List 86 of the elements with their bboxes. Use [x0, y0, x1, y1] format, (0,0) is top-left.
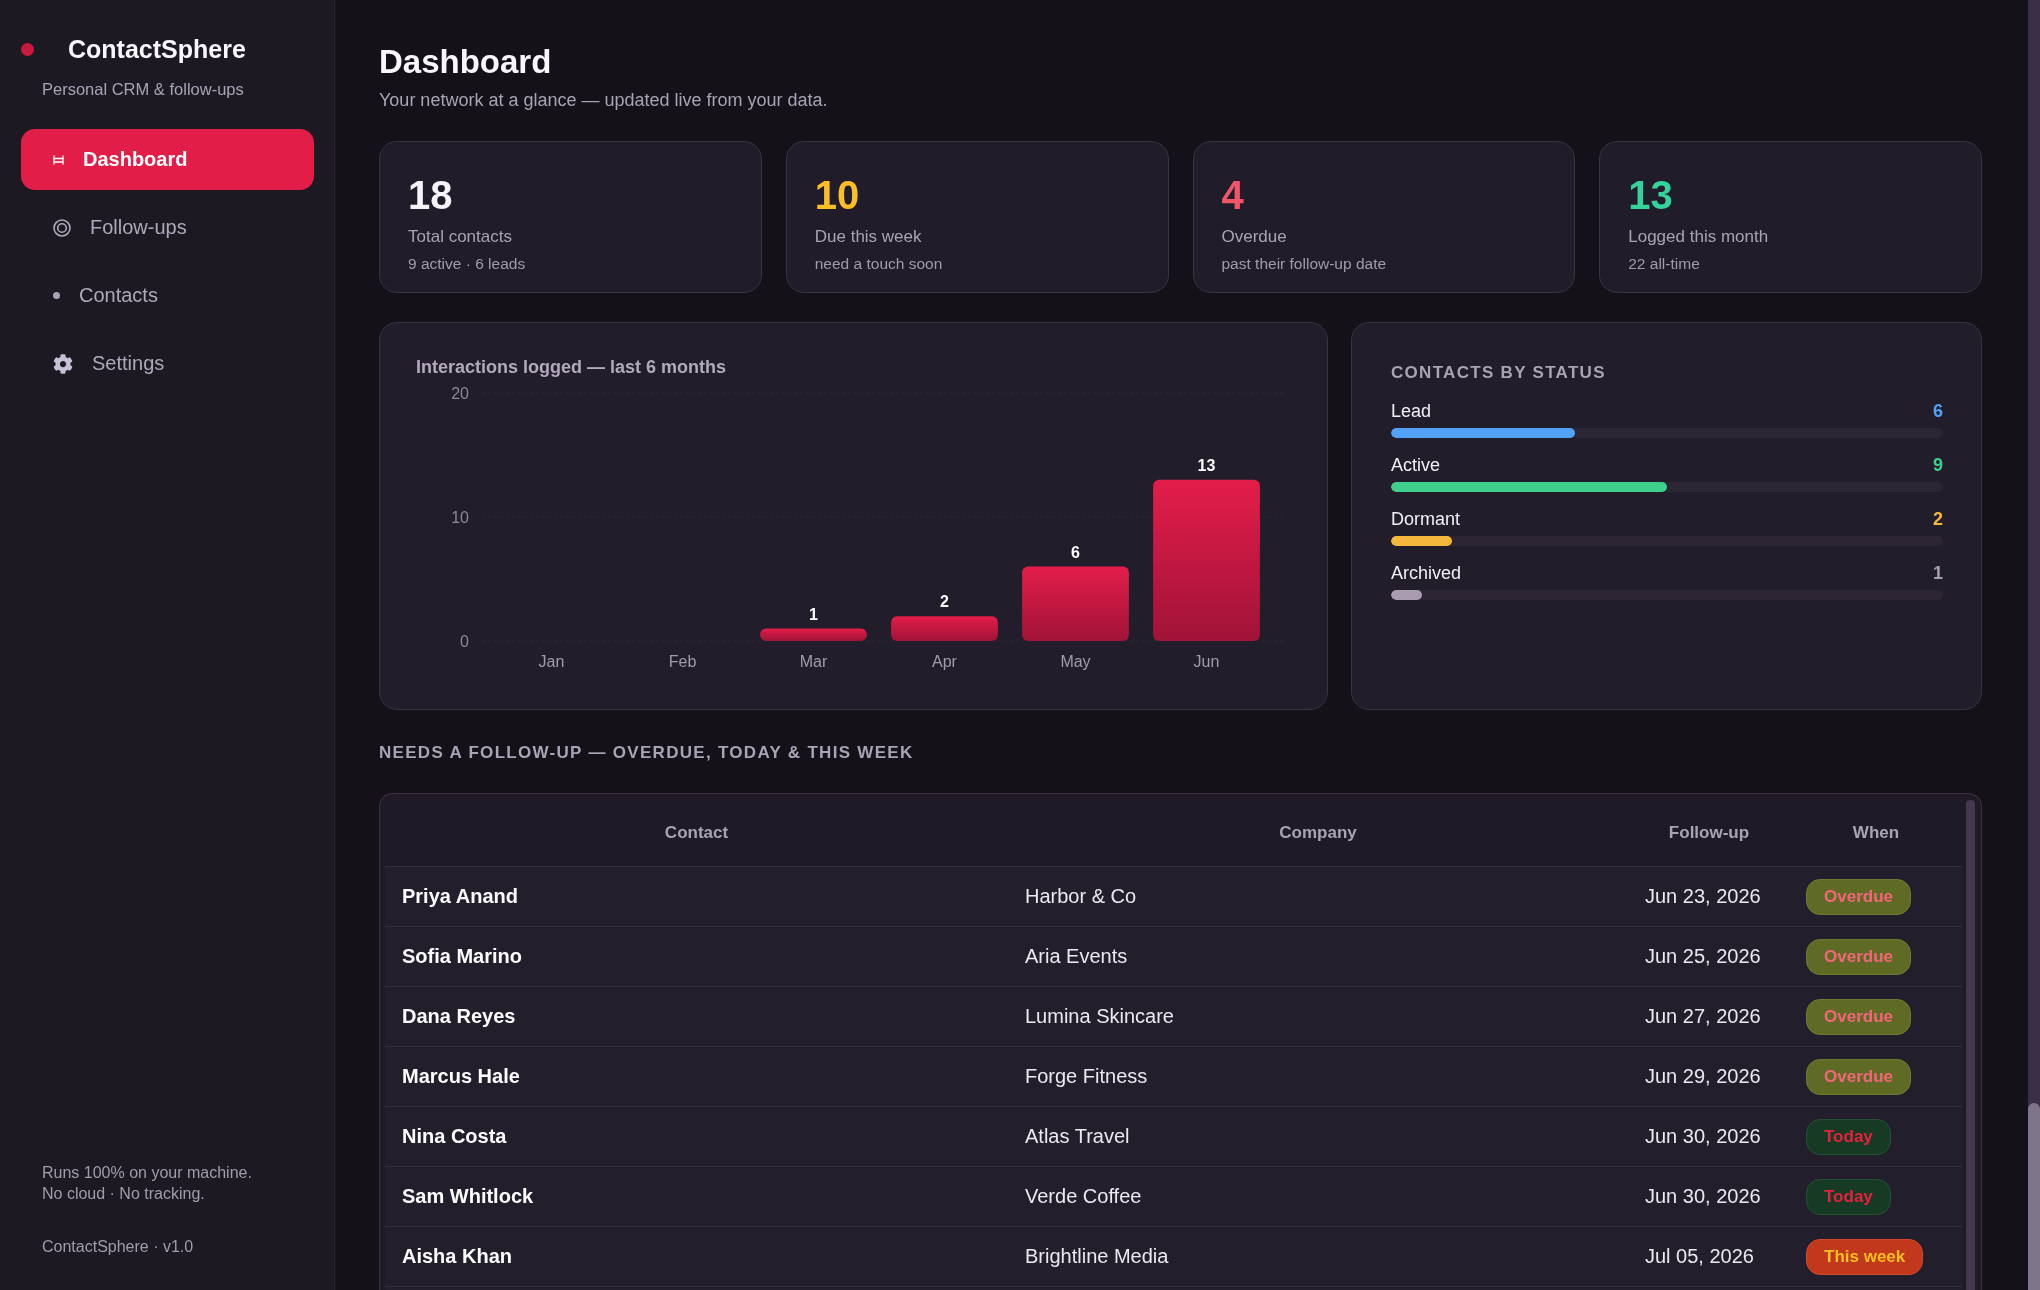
status-label: Dormant	[1391, 508, 1461, 530]
status-label: Active	[1391, 454, 1441, 476]
privacy-note: Runs 100% on your machine. No cloud · No tracking.	[42, 1163, 252, 1204]
column-header: Contact	[664, 823, 729, 843]
sidebar-nav-item[interactable]: Contacts	[21, 265, 314, 326]
table-cell: Jun 30, 2026	[1645, 1125, 1761, 1148]
axis-label: May	[1060, 653, 1091, 670]
bar-value-label: 1	[809, 605, 818, 623]
sidebar-nav-item[interactable]: Settings	[21, 333, 314, 394]
status-badge: Overdue	[1806, 878, 1911, 915]
table-cell: Jun 29, 2026	[1645, 1065, 1761, 1088]
status-count: 6	[1933, 400, 1943, 422]
target-icon	[53, 218, 71, 237]
table-cell: Lumina Skincare	[1025, 1005, 1174, 1028]
sidebar-nav-item[interactable]: Dashboard	[21, 129, 314, 190]
status-count: 1	[1933, 562, 1943, 584]
status-badge: Today	[1806, 1118, 1891, 1155]
stat-detail: 9 active · 6 leads	[408, 254, 526, 274]
table-cell: Sofia Marino	[402, 945, 522, 968]
brand-name: ContactSphere	[68, 34, 246, 65]
bar-value-label: 2	[940, 593, 949, 611]
stat-value: 4	[1221, 172, 1244, 218]
stat-value: 13	[1628, 172, 1673, 218]
table-cell: Aisha Khan	[402, 1245, 513, 1268]
stat-value: 18	[408, 172, 453, 218]
panel-title: CONTACTS BY STATUS	[1391, 363, 1606, 383]
scrollbar-thumb[interactable]	[2028, 1103, 2040, 1290]
layout-icon	[53, 154, 64, 165]
stat-label: Overdue	[1221, 226, 1287, 248]
table-cell: Priya Anand	[402, 885, 518, 908]
bar-value-label: 6	[1071, 543, 1080, 561]
stat-label: Logged this month	[1628, 226, 1769, 248]
status-count: 2	[1933, 508, 1943, 530]
axis-label: 10	[451, 509, 469, 526]
logo-dot-icon	[21, 42, 34, 56]
brand-tagline: Personal CRM & follow-ups	[42, 79, 244, 99]
bar-value-label: 13	[1197, 456, 1216, 474]
stat-detail: past their follow-up date	[1221, 254, 1387, 274]
status-badge: Overdue	[1806, 1058, 1911, 1095]
table-cell: Atlas Travel	[1025, 1125, 1130, 1148]
table-cell: Sam Whitlock	[402, 1185, 534, 1208]
stat-detail: 22 all-time	[1628, 254, 1700, 274]
axis-label: Jan	[538, 653, 565, 670]
page-title: Dashboard	[379, 42, 552, 82]
status-badge: Overdue	[1806, 938, 1911, 975]
table-cell: Jul 05, 2026	[1645, 1245, 1754, 1268]
stat-label: Total contacts	[408, 226, 512, 248]
stat-value: 10	[814, 172, 860, 218]
status-badge: Today	[1806, 1178, 1891, 1215]
page-scrollbar[interactable]	[2028, 0, 2040, 1290]
axis-label: 20	[451, 385, 469, 402]
status-badge: Overdue	[1806, 998, 1911, 1035]
table-scrollbar[interactable]	[1966, 800, 1975, 1290]
status-badge: This week	[1806, 1238, 1924, 1275]
table-cell: Nina Costa	[402, 1125, 507, 1148]
axis-label: 0	[460, 633, 469, 650]
column-header: Company	[1279, 823, 1357, 843]
table-cell: Harbor & Co	[1025, 885, 1137, 908]
settings-icon	[53, 353, 73, 374]
axis-label: Jun	[1193, 653, 1220, 670]
table-cell: Brightline Media	[1025, 1245, 1169, 1268]
table-cell: Dana Reyes	[402, 1005, 516, 1028]
stat-detail: need a touch soon	[814, 254, 943, 274]
table-cell: Jun 25, 2026	[1645, 945, 1761, 968]
table-cell: Jun 30, 2026	[1645, 1185, 1761, 1208]
table-cell: Jun 23, 2026	[1645, 885, 1761, 908]
section-title: NEEDS A FOLLOW-UP — OVERDUE, TODAY & THIS WEEK	[379, 742, 914, 764]
dot-icon	[53, 292, 60, 299]
table-cell: Verde Coffee	[1025, 1185, 1142, 1208]
table-cell: Jun 27, 2026	[1645, 1005, 1761, 1028]
sidebar-nav-item[interactable]: Follow-ups	[21, 197, 314, 258]
chart-title: Interactions logged — last 6 months	[416, 356, 727, 378]
status-label: Lead	[1391, 400, 1432, 422]
stat-label: Due this week	[814, 226, 922, 248]
status-count: 9	[1933, 454, 1943, 476]
version-label: ContactSphere · v1.0	[42, 1237, 194, 1257]
axis-label: Mar	[799, 653, 828, 670]
table-cell: Aria Events	[1025, 945, 1128, 968]
status-label: Archived	[1391, 562, 1462, 584]
axis-label: Feb	[668, 653, 697, 670]
table-cell: Marcus Hale	[402, 1065, 520, 1088]
table-cell: Forge Fitness	[1025, 1065, 1148, 1088]
column-header: Follow-up	[1668, 823, 1750, 843]
page-subtitle: Your network at a glance — updated live from your data.	[379, 89, 828, 112]
column-header: When	[1852, 823, 1900, 843]
axis-label: Apr	[932, 653, 957, 670]
